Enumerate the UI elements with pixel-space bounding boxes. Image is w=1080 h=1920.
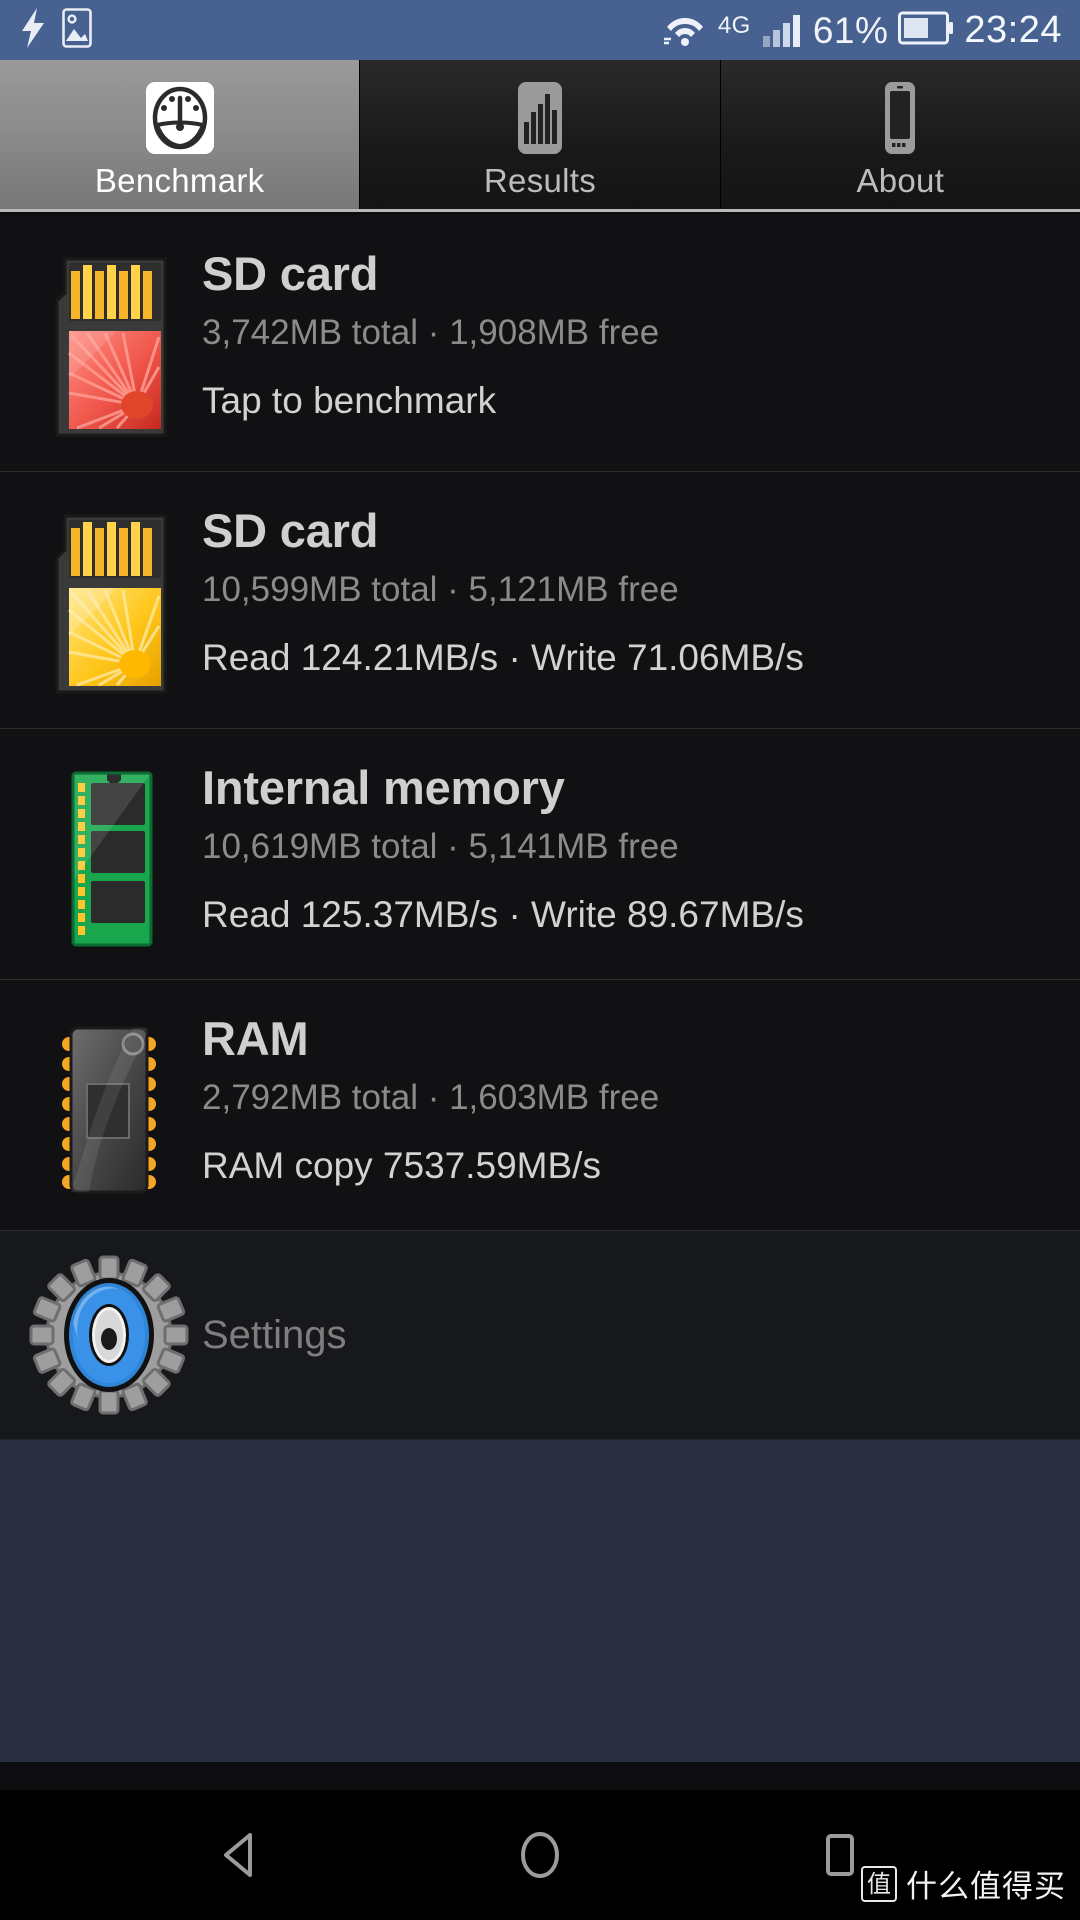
watermark-logo-icon: 值 <box>861 1865 897 1902</box>
wifi-icon <box>662 8 708 53</box>
clock-label: 23:24 <box>964 9 1062 51</box>
battery-icon <box>898 11 954 50</box>
list-item-capacity: 2,792MB total · 1,603MB free <box>202 1078 660 1118</box>
tab-benchmark-label: Benchmark <box>94 162 265 199</box>
list-item-result: Tap to benchmark <box>202 379 497 421</box>
status-bar-left-icons <box>20 7 92 53</box>
list-item-capacity: 3,742MB total · 1,908MB free <box>202 313 660 353</box>
tab-bar: Benchmark Results About <box>0 60 1080 212</box>
status-bar-right-icons: 4G 61% 23:24 <box>662 8 1062 53</box>
list-item[interactable]: RAM 2,792MB total · 1,603MB free RAM cop… <box>0 980 1080 1231</box>
charging-bolt-icon <box>20 7 46 53</box>
list-item[interactable]: SD card 10,599MB total · 5,121MB free Re… <box>0 472 1080 729</box>
phone-icon <box>864 80 936 156</box>
network-type-label: 4G <box>717 11 751 39</box>
list-item-body: SD card 3,742MB total · 1,908MB free Tap… <box>194 249 1056 422</box>
list-item-result: RAM copy 7537.59MB/s <box>202 1144 601 1186</box>
back-triangle-icon[interactable] <box>195 1810 285 1900</box>
benchmark-list: SD card 3,742MB total · 1,908MB free Tap… <box>0 215 1080 1762</box>
list-item-body: Internal memory 10,619MB total · 5,141MB… <box>194 763 1056 936</box>
speedometer-icon <box>144 80 216 156</box>
list-item[interactable]: SD card 3,742MB total · 1,908MB free Tap… <box>0 215 1080 472</box>
home-circle-icon[interactable] <box>495 1810 585 1900</box>
list-item-result: Read 124.21MB/s · Write 71.06MB/s <box>202 636 804 678</box>
list-item[interactable]: Internal memory 10,619MB total · 5,141MB… <box>0 729 1080 980</box>
app-screen: 4G 61% 23:24 Benchmark Results About SD … <box>0 0 1080 1920</box>
tab-results[interactable]: Results <box>360 60 721 209</box>
list-item-body: RAM 2,792MB total · 1,603MB free RAM cop… <box>194 1014 1056 1187</box>
ram-chip-icon <box>24 1014 194 1198</box>
screenshot-icon <box>62 7 92 53</box>
battery-percent-label: 61% <box>812 9 889 51</box>
gear-eye-icon <box>24 1255 194 1415</box>
empty-area <box>0 1440 1080 1762</box>
list-item-body: SD card 10,599MB total · 5,121MB free Re… <box>194 506 1056 679</box>
memory-module-green-icon <box>24 763 194 947</box>
sd-card-red-icon <box>24 249 194 439</box>
list-item-result: Read 125.37MB/s · Write 89.67MB/s <box>202 893 804 935</box>
list-item-title: RAM <box>202 1012 309 1065</box>
settings-row[interactable]: Settings <box>0 1231 1080 1440</box>
settings-label: Settings <box>202 1312 347 1357</box>
list-item-title: Internal memory <box>202 761 565 814</box>
signal-icon <box>761 8 803 53</box>
status-bar: 4G 61% 23:24 <box>0 0 1080 60</box>
sd-card-yellow-icon <box>24 506 194 696</box>
tab-about[interactable]: About <box>720 60 1080 209</box>
watermark-text: 什么值得买 <box>906 1869 1066 1905</box>
tab-results-label: Results <box>483 162 597 199</box>
list-item-capacity: 10,619MB total · 5,141MB free <box>202 827 679 867</box>
bar-chart-icon <box>504 80 576 156</box>
list-item-title: SD card <box>202 504 379 557</box>
watermark: 值 什么值得买 <box>861 1861 1066 1906</box>
tab-benchmark[interactable]: Benchmark <box>0 60 361 209</box>
list-item-capacity: 10,599MB total · 5,121MB free <box>202 570 679 610</box>
tab-about-label: About <box>856 162 945 199</box>
list-item-title: SD card <box>202 247 379 300</box>
